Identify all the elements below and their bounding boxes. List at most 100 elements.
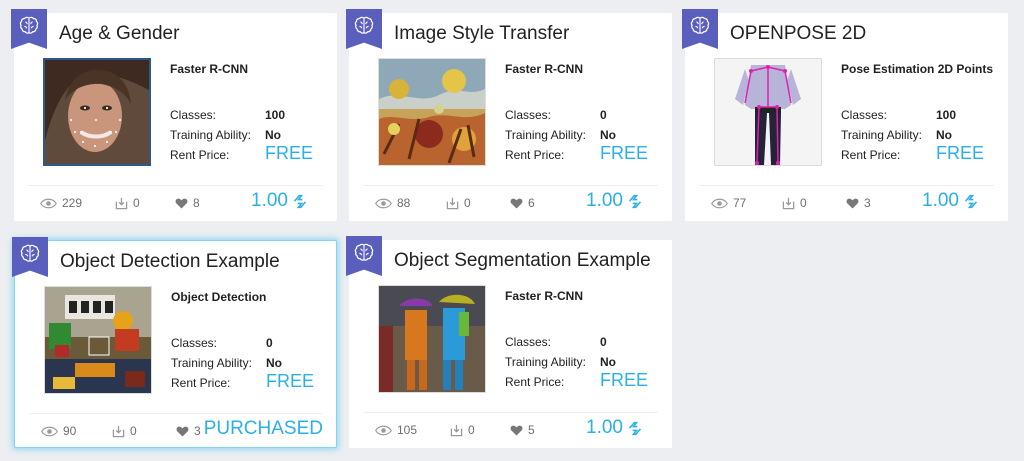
download-icon — [112, 425, 125, 438]
downloads-count: 0 — [133, 196, 140, 210]
views-stat: 90 — [41, 424, 76, 438]
training-row: Training Ability: No — [171, 356, 282, 370]
card-title[interactable]: Age & Gender — [59, 23, 179, 45]
rent-price-value: FREE — [600, 370, 649, 390]
views-stat: 77 — [711, 196, 746, 210]
heart-icon[interactable] — [846, 198, 859, 209]
divider — [363, 412, 658, 413]
views-count: 229 — [62, 196, 83, 210]
card-title[interactable]: Image Style Transfer — [394, 23, 569, 45]
rent-row: Rent Price: FREE — [171, 371, 314, 391]
eye-icon — [711, 198, 728, 209]
price[interactable]: 1.00 — [922, 190, 978, 212]
category-badge — [346, 236, 382, 276]
category-badge — [682, 9, 718, 49]
training-label: Training Ability: — [841, 128, 922, 142]
classes-value: 100 — [265, 108, 286, 122]
card-title[interactable]: Object Detection Example — [60, 251, 280, 273]
views-count: 105 — [397, 423, 418, 437]
likes-count: 5 — [528, 423, 535, 437]
downloads-count: 0 — [464, 196, 471, 210]
training-row: Training Ability: No — [841, 128, 952, 142]
classes-row: Classes: 100 — [170, 108, 285, 122]
training-row: Training Ability: No — [505, 128, 616, 142]
heart-icon[interactable] — [510, 198, 523, 209]
eye-icon — [375, 198, 392, 209]
likes-stat[interactable]: 3 — [176, 424, 201, 438]
category-badge — [11, 9, 47, 49]
heart-icon[interactable] — [175, 198, 188, 209]
rent-price-value: FREE — [936, 143, 985, 163]
classes-row: Classes: 100 — [841, 108, 956, 122]
model-thumbnail[interactable] — [43, 58, 151, 166]
model-card-age-gender[interactable]: Age & Gender Faster R-CNN Classes: 100 T… — [11, 9, 337, 221]
downloads-stat: 0 — [782, 196, 807, 210]
rent-label: Rent Price: — [505, 375, 565, 389]
model-card-openpose[interactable]: OPENPOSE 2D Pose Estimation 2D Points Cl… — [682, 9, 1008, 221]
token-icon — [964, 193, 978, 210]
rent-price-value: FREE — [600, 143, 649, 163]
divider — [28, 185, 323, 186]
download-icon — [115, 197, 128, 210]
brain-icon — [689, 15, 711, 37]
model-thumbnail[interactable] — [714, 58, 822, 166]
likes-stat[interactable]: 8 — [175, 196, 200, 210]
download-icon — [450, 424, 463, 437]
classes-row: Classes: 0 — [171, 336, 273, 350]
model-name: Object Detection — [171, 290, 267, 304]
downloads-count: 0 — [130, 424, 137, 438]
eye-icon — [375, 425, 392, 436]
purchased-status: PURCHASED — [203, 418, 323, 439]
training-value: No — [266, 356, 282, 370]
training-row: Training Ability: No — [170, 128, 281, 142]
classes-value: 0 — [600, 108, 607, 122]
training-label: Training Ability: — [170, 128, 251, 142]
category-badge — [12, 237, 48, 277]
model-thumbnail[interactable] — [378, 58, 486, 166]
likes-stat[interactable]: 3 — [846, 196, 871, 210]
likes-stat[interactable]: 6 — [510, 196, 535, 210]
rent-row: Rent Price: FREE — [505, 370, 648, 390]
model-name: Faster R-CNN — [505, 62, 584, 76]
classes-label: Classes: — [171, 336, 218, 350]
token-icon — [628, 420, 642, 437]
views-stat: 105 — [375, 423, 417, 437]
card-title[interactable]: OPENPOSE 2D — [730, 23, 866, 45]
model-card-object-segmentation[interactable]: Object Segmentation Example Faster R-CNN… — [346, 236, 672, 448]
training-value: No — [600, 128, 616, 142]
price-value: 1.00 — [586, 417, 623, 438]
brain-icon — [18, 15, 40, 37]
classes-row: Classes: 0 — [505, 335, 607, 349]
brain-icon — [19, 243, 41, 265]
downloads-count: 0 — [468, 423, 475, 437]
price-value: 1.00 — [251, 190, 288, 211]
price[interactable]: 1.00 — [586, 190, 642, 212]
classes-row: Classes: 0 — [505, 108, 607, 122]
model-thumbnail[interactable] — [378, 285, 486, 393]
heart-icon[interactable] — [176, 426, 189, 437]
eye-icon — [41, 426, 58, 437]
heart-icon[interactable] — [510, 425, 523, 436]
model-card-object-detection[interactable]: Object Detection Example Object Detectio… — [12, 237, 337, 448]
rent-price-value: FREE — [265, 143, 314, 163]
price[interactable]: 1.00 — [586, 417, 642, 439]
likes-count: 6 — [528, 196, 535, 210]
download-icon — [782, 197, 795, 210]
model-card-style-transfer[interactable]: Image Style Transfer Faster R-CNN Classe… — [346, 9, 672, 221]
card-title[interactable]: Object Segmentation Example — [394, 250, 651, 272]
price[interactable]: 1.00 — [251, 190, 307, 212]
face-image — [45, 60, 149, 164]
rent-price-value: FREE — [266, 371, 315, 391]
likes-count: 8 — [193, 196, 200, 210]
classes-label: Classes: — [841, 108, 888, 122]
download-icon — [446, 197, 459, 210]
downloads-stat: 0 — [115, 196, 140, 210]
brain-icon — [353, 15, 375, 37]
detection-image — [45, 287, 151, 393]
rent-label: Rent Price: — [170, 148, 230, 162]
rent-label: Rent Price: — [841, 148, 901, 162]
model-thumbnail[interactable] — [44, 286, 152, 394]
likes-stat[interactable]: 5 — [510, 423, 535, 437]
training-value: No — [936, 128, 952, 142]
segmentation-image — [379, 286, 485, 392]
